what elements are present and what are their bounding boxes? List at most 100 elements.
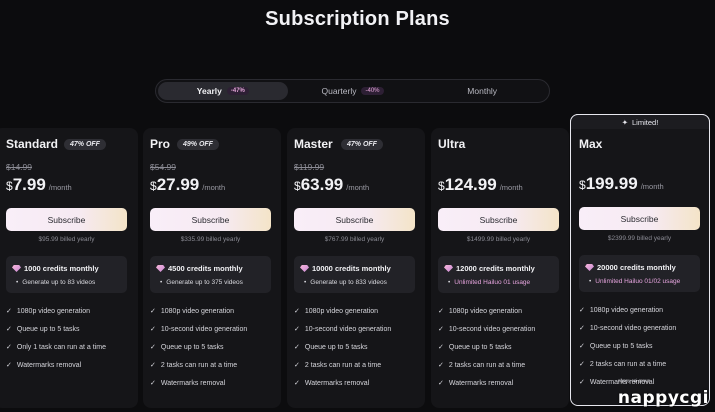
feature-text: 2 tasks can run at a time: [589, 360, 667, 368]
feature-item: ✓ Queue up to 5 tasks: [579, 337, 676, 355]
feature-item: ✓ Queue up to 5 tasks: [150, 338, 247, 356]
credits-subtext: Generate up to 83 videos: [16, 279, 95, 286]
feature-text: 10-second video generation: [304, 325, 392, 333]
gem-icon: [156, 265, 165, 272]
check-icon: ✓: [294, 308, 300, 315]
feature-text: 1080p video generation: [160, 307, 235, 315]
credits-subtext: Unlimited Hailuo 01/02 usage: [589, 278, 680, 285]
feature-item: ✓ Watermarks removal: [150, 374, 247, 392]
check-icon: ✓: [150, 308, 156, 315]
feature-text: 1080p video generation: [16, 307, 91, 315]
feature-item: ✓ 1080p video generation: [150, 302, 247, 320]
feature-item: ✓ Watermarks removal: [438, 374, 535, 392]
check-icon: ✓: [6, 362, 12, 369]
plan-name: Ultra: [438, 137, 466, 151]
currency-symbol: $: [150, 179, 157, 193]
price-period: /month: [499, 183, 523, 192]
feature-text: 1080p video generation: [589, 306, 664, 314]
plan-name: Standard: [6, 137, 59, 151]
subscribe-button[interactable]: Subscribe: [150, 208, 271, 231]
feature-item: ✓ 1080p video generation: [6, 302, 106, 320]
price-amount: 7.99: [12, 175, 46, 194]
credits-box: 1000 credits monthly Generate up to 83 v…: [6, 256, 127, 293]
currency-symbol: $: [6, 179, 13, 193]
feature-text: Watermarks removal: [160, 379, 226, 387]
subscribe-button[interactable]: Subscribe: [438, 208, 559, 231]
feature-text: Only 1 task can run at a time: [16, 343, 106, 351]
feature-item: ✓ 10-second video generation: [438, 320, 535, 338]
plan-card-max: Max $199.99/month Subscribe $2399.99 bil…: [571, 129, 709, 405]
price-amount: 27.99: [156, 175, 200, 194]
gem-icon: [12, 265, 21, 272]
feature-list: ✓ 1080p video generation ✓ Queue up to 5 t…: [6, 302, 106, 374]
plan-name: Pro: [150, 137, 171, 151]
check-icon: ✓: [294, 380, 300, 387]
feature-list: ✓ 1080p video generation ✓ 10-second video…: [294, 302, 391, 392]
feature-text: 10-second video generation: [160, 325, 248, 333]
credits-text: 4500 credits monthly: [168, 264, 243, 273]
price-amount: 124.99: [444, 175, 497, 194]
feature-text: 2 tasks can run at a time: [448, 361, 526, 369]
check-icon: ✓: [579, 325, 585, 332]
check-icon: ✓: [438, 326, 444, 333]
price: $7.99/month: [6, 175, 72, 195]
feature-text: 2 tasks can run at a time: [304, 361, 382, 369]
feature-item: ✓ Queue up to 5 tasks: [294, 338, 391, 356]
feature-text: Queue up to 5 tasks: [304, 343, 368, 351]
check-icon: ✓: [579, 379, 585, 386]
feature-text: Watermarks removal: [16, 361, 82, 369]
plans-grid: Standard 47% OFF $14.99 $7.99/month Subs…: [0, 0, 715, 412]
credits-subtext: Unlimited Hailuo 01 usage: [448, 279, 530, 286]
price: $27.99/month: [150, 175, 225, 195]
watermark-subtext: nappy cgi group: [618, 378, 651, 383]
credits-box: 4500 credits monthly Generate up to 375 …: [150, 256, 271, 293]
credits-subtext: Generate up to 833 videos: [304, 279, 387, 286]
subscribe-button[interactable]: Subscribe: [6, 208, 127, 231]
check-icon: ✓: [150, 362, 156, 369]
billed-yearly-text: $95.99 billed yearly: [38, 236, 95, 243]
currency-symbol: $: [438, 179, 445, 193]
check-icon: ✓: [438, 308, 444, 315]
plan-card-standard: Standard 47% OFF $14.99 $7.99/month Subs…: [0, 128, 138, 408]
original-price: $54.99: [150, 162, 176, 172]
credits-text: 10000 credits monthly: [312, 264, 391, 273]
price-period: /month: [346, 183, 370, 192]
subscribe-button[interactable]: Subscribe: [294, 208, 415, 231]
plan-card-master: Master 47% OFF $119.99 $63.99/month Subs…: [287, 128, 425, 408]
feature-item: ✓ 2 tasks can run at a time: [438, 356, 535, 374]
credits-line: 20000 credits monthly: [585, 263, 676, 272]
price: $124.99/month: [438, 175, 523, 195]
plan-name: Max: [579, 137, 603, 151]
subscribe-button[interactable]: Subscribe: [579, 207, 700, 230]
price-period: /month: [202, 183, 226, 192]
feature-text: 1080p video generation: [304, 307, 379, 315]
check-icon: ✓: [579, 307, 585, 314]
check-icon: ✓: [579, 361, 585, 368]
credits-box: 12000 credits monthly Unlimited Hailuo 0…: [438, 256, 559, 293]
original-price: $119.99: [294, 162, 325, 172]
feature-item: ✓ 2 tasks can run at a time: [579, 355, 676, 373]
feature-item: ✓ Queue up to 5 tasks: [6, 320, 106, 338]
credits-subtext: Generate up to 375 videos: [160, 279, 243, 286]
price-period: /month: [640, 182, 664, 191]
currency-symbol: $: [294, 179, 301, 193]
billed-yearly-text: $767.99 billed yearly: [324, 236, 385, 243]
check-icon: ✓: [438, 380, 444, 387]
billed-yearly-text: $335.99 billed yearly: [180, 236, 241, 243]
feature-text: 10-second video generation: [589, 324, 677, 332]
plan-card-pro: Pro 49% OFF $54.99 $27.99/month Subscrib…: [143, 128, 281, 408]
gem-icon: [585, 264, 594, 271]
check-icon: ✓: [294, 344, 300, 351]
feature-item: ✓ Watermarks removal: [294, 374, 391, 392]
watermark-logo: nappycgi: [617, 388, 709, 408]
plan-card-ultra: Ultra $124.99/month Subscribe $1499.99 b…: [431, 128, 569, 408]
sparkle-icon: ✦: [621, 118, 629, 127]
credits-text: 12000 credits monthly: [456, 264, 535, 273]
feature-item: ✓ 10-second video generation: [150, 320, 247, 338]
check-icon: ✓: [6, 326, 12, 333]
discount-badge: 47% OFF: [64, 139, 106, 150]
billed-yearly-text: $1499.99 billed yearly: [466, 236, 531, 243]
credits-text: 1000 credits monthly: [24, 264, 99, 273]
price: $199.99/month: [579, 174, 664, 194]
feature-text: Watermarks removal: [304, 379, 370, 387]
